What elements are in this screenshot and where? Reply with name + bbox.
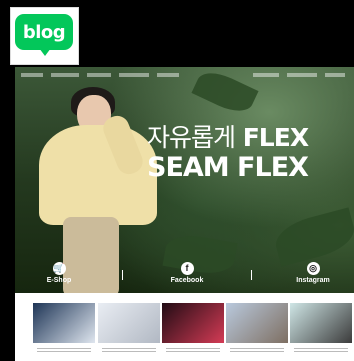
post-thumbnail[interactable] [290,303,352,343]
post-caption [98,346,160,356]
nav-item[interactable] [287,73,317,77]
nav-item[interactable] [87,73,111,77]
nav-item[interactable] [325,73,345,77]
blog-logo[interactable]: blog [10,7,79,65]
eshop-link[interactable]: 🛒 E-Shop [29,262,89,284]
headline-flex: FLEX [242,123,309,152]
post-gallery [15,293,354,361]
instagram-icon: ◎ [306,262,320,275]
facebook-link[interactable]: f Facebook [157,262,217,284]
post-thumbnail[interactable] [33,303,95,343]
facebook-icon: f [180,262,194,275]
nav-item[interactable] [253,73,279,77]
divider [122,270,123,280]
post-caption [162,346,224,356]
facebook-label: Facebook [170,277,204,284]
post-thumbnail[interactable] [226,303,288,343]
banner-headline: 자유롭게 FLEX SEAM FLEX [147,123,352,183]
headline-seam-flex: SEAM FLEX [147,152,309,183]
speech-bubble-icon: blog [15,14,73,50]
post-card[interactable] [33,303,95,356]
post-caption [33,346,95,356]
foliage [271,207,354,267]
post-thumbnail[interactable] [98,303,160,343]
instagram-link[interactable]: ◎ Instagram [283,262,343,284]
divider [251,270,252,280]
eshop-label: E-Shop [46,277,72,284]
logo-text: blog [22,22,66,43]
model-jacket [39,125,157,225]
nav-item[interactable] [119,73,149,77]
post-card[interactable] [290,303,352,356]
post-caption [290,346,352,356]
nav-item[interactable] [51,73,79,77]
banner-nav [21,73,349,83]
cart-icon: 🛒 [52,262,66,275]
speech-bubble-tail [39,48,51,56]
post-card[interactable] [226,303,288,356]
post-caption [226,346,288,356]
banner-links: 🛒 E-Shop f Facebook ◎ Instagram [15,262,354,292]
nav-item[interactable] [157,73,179,77]
post-thumbnail[interactable] [162,303,224,343]
post-card[interactable] [162,303,224,356]
nav-item[interactable] [21,73,43,77]
post-card[interactable] [98,303,160,356]
instagram-label: Instagram [296,277,330,284]
headline-korean: 자유롭게 [147,123,236,152]
hero-banner[interactable]: 자유롭게 FLEX SEAM FLEX [15,67,354,293]
